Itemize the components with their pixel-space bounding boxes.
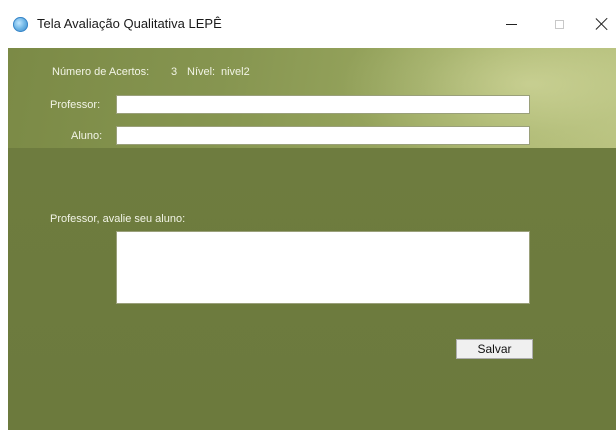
close-button[interactable] <box>582 10 616 38</box>
maximize-icon <box>554 19 564 29</box>
minimize-button[interactable] <box>491 10 531 38</box>
title-bar[interactable]: Tela Avaliação Qualitativa LEPÊ <box>0 0 616 48</box>
window-title: Tela Avaliação Qualitativa LEPÊ <box>37 16 222 31</box>
close-icon <box>595 17 609 31</box>
acertos-label: Número de Acertos: <box>52 66 150 78</box>
avaliacao-label: Professor, avalie seu aluno: <box>50 213 186 225</box>
app-globe-icon <box>13 17 28 32</box>
app-window: Tela Avaliação Qualitativa LEPÊ Número d… <box>0 0 616 430</box>
avaliacao-textarea[interactable] <box>116 231 530 304</box>
save-button[interactable]: Salvar <box>456 339 533 359</box>
aluno-label: Aluno: <box>71 130 103 142</box>
aluno-input[interactable] <box>116 126 530 145</box>
minimize-icon <box>505 23 517 25</box>
form-client-area: Número de Acertos: 3 Nível: nivel2 Profe… <box>8 48 616 430</box>
nivel-value: nivel2 <box>221 66 250 78</box>
professor-input[interactable] <box>116 95 530 114</box>
nivel-label: Nível: <box>187 66 216 78</box>
maximize-button[interactable] <box>539 10 579 38</box>
professor-label: Professor: <box>50 99 101 111</box>
acertos-value: 3 <box>171 66 178 78</box>
